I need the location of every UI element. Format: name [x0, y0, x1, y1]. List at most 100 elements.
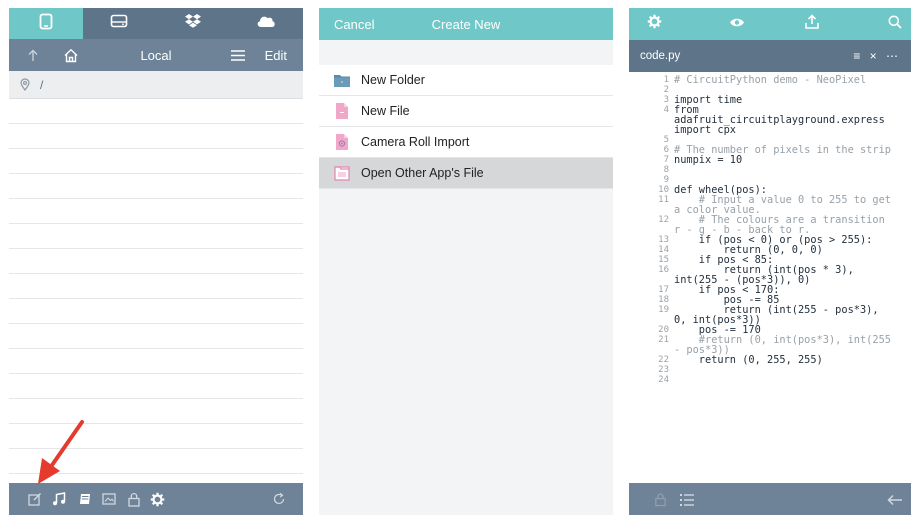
list-item[interactable] — [9, 324, 303, 349]
tab-share[interactable] — [801, 8, 823, 40]
line-number: 5 — [663, 135, 669, 145]
code-editor-panel: code.py ≡ × ⋯ 1 # CircuitPython demo - Ne… — [629, 8, 911, 515]
code-line: 3 import time — [629, 95, 911, 105]
path-row: / — [9, 71, 303, 99]
menu-item-new-file[interactable]: New File — [319, 96, 613, 127]
gear-icon — [647, 14, 662, 34]
list-item[interactable] — [9, 199, 303, 224]
list-item[interactable] — [9, 124, 303, 149]
location-title: Local — [140, 47, 172, 63]
page-title: Create New — [431, 17, 501, 32]
line-number: 7 — [663, 155, 669, 165]
tab-settings[interactable] — [643, 8, 665, 40]
code-text: return (0, 255, 255) — [674, 354, 823, 366]
code-line: adafruit_circuitplayground.express — [629, 115, 911, 125]
line-number: 15 — [658, 255, 669, 265]
menu-item-open-other-apps-file[interactable]: Open Other App's File — [319, 158, 613, 189]
home-icon[interactable] — [63, 39, 79, 71]
storage-tab-bar — [9, 8, 303, 39]
line-number: 14 — [658, 245, 669, 255]
code-line: 19 return (int(255 - pos*3), — [629, 305, 911, 315]
line-number: 1 — [663, 75, 669, 85]
tab-local[interactable] — [9, 8, 83, 39]
create-new-header: Cancel Create New — [319, 8, 613, 40]
file-name: code.py — [640, 50, 681, 62]
list-item[interactable] — [9, 274, 303, 299]
line-number — [629, 125, 674, 135]
line-number — [629, 275, 674, 285]
menu-item-label: New Folder — [361, 73, 425, 87]
menu-icon[interactable] — [231, 39, 245, 71]
tab-cloud[interactable] — [230, 8, 304, 39]
code-line: 0, int(pos*3)) — [629, 315, 911, 325]
code-line: 21 #return (0, int(pos*3), int(255 — [629, 335, 911, 345]
tab-search[interactable] — [884, 8, 906, 40]
current-path: / — [40, 78, 44, 92]
code-line: 6 # The number of pixels in the strip — [629, 145, 911, 155]
edit-button[interactable]: Edit — [265, 39, 287, 71]
line-number: 16 — [658, 265, 669, 275]
menu-item-label: Open Other App's File — [361, 166, 484, 180]
line-number: 17 — [658, 285, 669, 295]
code-line: 11 # Input a value 0 to 255 to get — [629, 195, 911, 205]
tab-preview[interactable] — [726, 8, 748, 40]
camera-roll-icon — [333, 133, 351, 151]
line-number: 11 — [658, 195, 669, 205]
list-item[interactable] — [9, 349, 303, 374]
image-folder-icon[interactable] — [101, 483, 117, 515]
line-number: 24 — [658, 375, 669, 385]
line-number: 19 — [658, 305, 669, 315]
lock-icon[interactable] — [126, 483, 142, 515]
code-line: 2 — [629, 85, 911, 95]
list-item[interactable] — [9, 224, 303, 249]
list-item[interactable] — [9, 99, 303, 124]
up-arrow-icon[interactable] — [28, 39, 38, 71]
open-file-icon — [333, 164, 351, 182]
tab-drive[interactable] — [83, 8, 157, 39]
back-arrow-icon[interactable] — [887, 493, 903, 511]
line-number: 2 — [663, 85, 669, 95]
line-number: 9 — [663, 175, 669, 185]
list-item[interactable] — [9, 374, 303, 399]
lock-icon[interactable] — [654, 492, 667, 512]
list-item[interactable] — [9, 174, 303, 199]
file-icon — [333, 102, 351, 120]
annotation-arrow — [38, 420, 84, 484]
upload-icon — [805, 14, 819, 34]
code-line: 24 — [629, 375, 911, 385]
line-number: 4 — [663, 105, 669, 115]
code-line: 23 — [629, 365, 911, 375]
create-menu: New Folder New File Camera Roll Import O… — [319, 65, 613, 189]
list-item[interactable] — [9, 149, 303, 174]
editor-bottom-toolbar — [629, 483, 911, 515]
create-new-panel: Cancel Create New New Folder New File Ca… — [319, 8, 613, 515]
dropbox-icon — [184, 13, 202, 34]
drive-icon — [110, 14, 128, 33]
line-number: 20 — [658, 325, 669, 335]
list-item[interactable] — [9, 299, 303, 324]
code-line: 8 — [629, 165, 911, 175]
line-number: 8 — [663, 165, 669, 175]
line-number: 10 — [658, 185, 669, 195]
gear-icon[interactable] — [149, 483, 165, 515]
navigation-bar: Local Edit — [9, 39, 303, 71]
menu-item-label: New File — [361, 104, 410, 118]
list-icon[interactable] — [680, 493, 694, 511]
folder-icon — [333, 71, 351, 89]
menu-item-new-folder[interactable]: New Folder — [319, 65, 613, 96]
line-number — [629, 205, 674, 215]
line-number — [629, 115, 674, 125]
refresh-icon[interactable] — [271, 483, 287, 515]
code-editor[interactable]: 1 # CircuitPython demo - NeoPixel 2 3 import… — [629, 75, 911, 385]
line-number: 22 — [658, 355, 669, 365]
file-actions[interactable]: ≡ × ⋯ — [853, 49, 901, 63]
menu-item-label: Camera Roll Import — [361, 135, 470, 149]
menu-item-camera-roll-import[interactable]: Camera Roll Import — [319, 127, 613, 158]
line-number — [629, 345, 674, 355]
tablet-icon — [39, 13, 53, 35]
edit-button-label: Edit — [264, 47, 287, 63]
line-number: 3 — [663, 95, 669, 105]
tab-dropbox[interactable] — [156, 8, 230, 39]
line-number: 21 — [658, 335, 669, 345]
list-item[interactable] — [9, 249, 303, 274]
